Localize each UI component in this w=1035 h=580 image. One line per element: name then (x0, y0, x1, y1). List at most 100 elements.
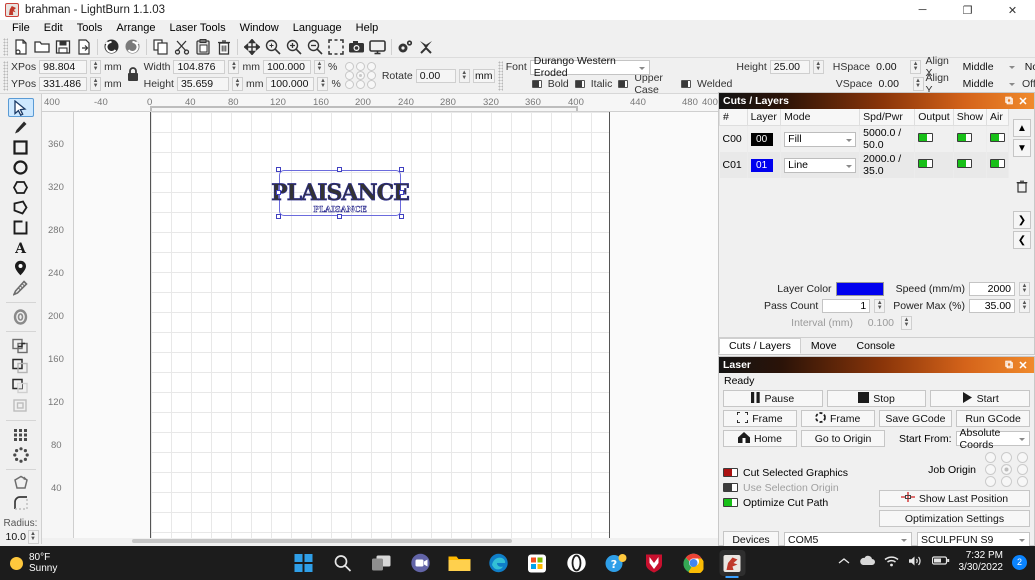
text-height-input[interactable]: 25.00 (769, 60, 810, 74)
chevron-up-icon[interactable] (838, 556, 850, 569)
start-from-select[interactable]: Absolute Coords (955, 427, 1030, 451)
device-select[interactable]: SCULPFUN S9 (917, 532, 1030, 547)
optimize-cut-path-toggle[interactable] (723, 498, 738, 507)
save-icon[interactable] (52, 37, 73, 57)
boolean-subtract-tool[interactable] (8, 356, 34, 375)
anchor-ml[interactable] (344, 71, 354, 80)
anchor-tr[interactable] (366, 62, 376, 71)
menu-edit[interactable]: Edit (37, 21, 70, 35)
draw-polygon-tool[interactable] (8, 198, 34, 217)
row0-output-toggle[interactable] (918, 133, 934, 142)
boolean-intersect-tool[interactable] (8, 376, 34, 395)
anchor-br[interactable] (366, 80, 376, 89)
store-icon[interactable] (524, 550, 550, 576)
job-origin-ml[interactable] (984, 464, 996, 475)
width-input[interactable]: 104.876 (173, 60, 226, 74)
teams-icon[interactable] (407, 550, 433, 576)
pass-count-input[interactable]: 1 (822, 298, 871, 313)
redo-icon[interactable] (122, 37, 143, 57)
minimize-button[interactable]: ─ (900, 0, 945, 20)
align-x-select[interactable]: Middle (960, 60, 1019, 75)
paste-icon[interactable] (192, 37, 213, 57)
radius-input[interactable]: 10.0 (3, 530, 27, 544)
cut-selected-graphics-toggle[interactable] (723, 468, 738, 477)
resize-handle-br[interactable] (399, 214, 404, 219)
job-origin-grid[interactable] (982, 452, 1030, 488)
preview-icon[interactable] (367, 37, 388, 57)
pass-count-spinner[interactable]: ▲ ▼ (874, 298, 886, 313)
use-selection-origin-row[interactable]: Use Selection Origin (723, 480, 873, 495)
select-tool[interactable] (7, 98, 34, 118)
hspace-input[interactable]: 0.00 (873, 60, 907, 74)
row0-layer-swatch[interactable]: 00 (750, 132, 773, 146)
width-spinner[interactable]: ▲ ▼ (228, 60, 240, 74)
workpiece-bed[interactable]: PLAISANCE PLAISANCE (150, 112, 610, 544)
font-select[interactable]: Durango Western Eroded (529, 55, 650, 79)
resize-handle-mr[interactable] (399, 190, 404, 195)
menu-language[interactable]: Language (286, 21, 349, 35)
text-tool[interactable]: A (8, 238, 34, 257)
tools-icon[interactable] (416, 37, 437, 57)
job-origin-mc[interactable] (1000, 464, 1012, 475)
power-max-input[interactable]: 35.00 (969, 298, 1015, 313)
anchor-tl[interactable] (344, 62, 354, 71)
chrome-icon[interactable] (680, 550, 706, 576)
move-down-icon[interactable]: ▼ (1013, 139, 1031, 157)
run-gcode-button[interactable]: Run GCode (956, 410, 1030, 427)
rectangle-tool[interactable] (8, 138, 34, 157)
frame-round-button[interactable]: Frame (800, 410, 875, 427)
close-path-tool[interactable] (8, 474, 34, 493)
table-row[interactable]: C01 01 Line 2000.0 / 35.0 (719, 152, 1009, 178)
rotate-input[interactable]: 0.00 (415, 68, 456, 83)
save-gcode-button[interactable]: Save GCode (878, 410, 953, 427)
italic-toggle[interactable] (574, 80, 585, 88)
onedrive-icon[interactable] (859, 555, 875, 569)
job-origin-tr[interactable] (1016, 452, 1028, 463)
zoom-fit-icon[interactable] (262, 37, 283, 57)
table-row[interactable]: C00 00 Fill 5000.0 / 50.0 (719, 125, 1009, 152)
job-origin-mr[interactable] (1016, 464, 1028, 475)
row1-air-toggle[interactable] (990, 159, 1005, 168)
start-windows-icon[interactable] (290, 550, 316, 576)
row1-mode-select[interactable]: Line (784, 157, 857, 173)
frame-button[interactable]: Frame (723, 410, 797, 427)
resize-handle-tc[interactable] (337, 167, 342, 172)
xpos-input[interactable]: 98.804 (39, 60, 88, 74)
help-icon[interactable]: ? (602, 550, 628, 576)
anchor-point-grid[interactable] (344, 62, 378, 89)
task-view-icon[interactable] (368, 550, 394, 576)
undo-icon[interactable] (101, 37, 122, 57)
new-file-icon[interactable] (10, 37, 31, 57)
vspace-input[interactable]: 0.00 (876, 77, 910, 91)
power-max-spinner[interactable]: ▲ ▼ (1019, 298, 1030, 313)
volume-icon[interactable] (908, 555, 923, 570)
move-up-icon[interactable]: ▲ (1013, 119, 1031, 137)
menu-help[interactable]: Help (349, 21, 386, 35)
resize-handle-ml[interactable] (276, 190, 281, 195)
height-percent-input[interactable]: 100.000 (266, 77, 315, 91)
zoom-out-icon[interactable] (304, 37, 325, 57)
horizontal-ruler[interactable]: 400 -40 0 40 80 120 160 200 240 280 320 … (42, 94, 718, 112)
port-select[interactable]: COM5 (784, 532, 912, 547)
height-input[interactable]: 35.659 (176, 77, 229, 91)
job-origin-br[interactable] (1016, 476, 1028, 487)
rotate-unit-button[interactable]: mm (472, 68, 495, 83)
move-left-icon[interactable]: ❮ (1013, 231, 1031, 249)
opera-icon[interactable] (563, 550, 589, 576)
camera-icon[interactable] (346, 37, 367, 57)
job-origin-bl[interactable] (984, 476, 996, 487)
device-settings-icon[interactable] (395, 37, 416, 57)
welded-toggle[interactable] (680, 80, 691, 88)
property-grip-2[interactable] (497, 60, 503, 91)
lock-icon[interactable] (126, 66, 140, 85)
offset-tool[interactable] (8, 307, 34, 326)
boolean-union-tool[interactable] (8, 336, 34, 355)
resize-handle-bl[interactable] (276, 214, 281, 219)
pause-button[interactable]: Pause (723, 390, 823, 407)
export-icon[interactable] (73, 37, 94, 57)
interval-input[interactable]: 0.100 (857, 316, 897, 330)
zoom-in-icon[interactable] (283, 37, 304, 57)
row0-air-toggle[interactable] (990, 133, 1005, 142)
anchor-bc[interactable] (355, 80, 365, 89)
move-icon[interactable] (241, 37, 262, 57)
